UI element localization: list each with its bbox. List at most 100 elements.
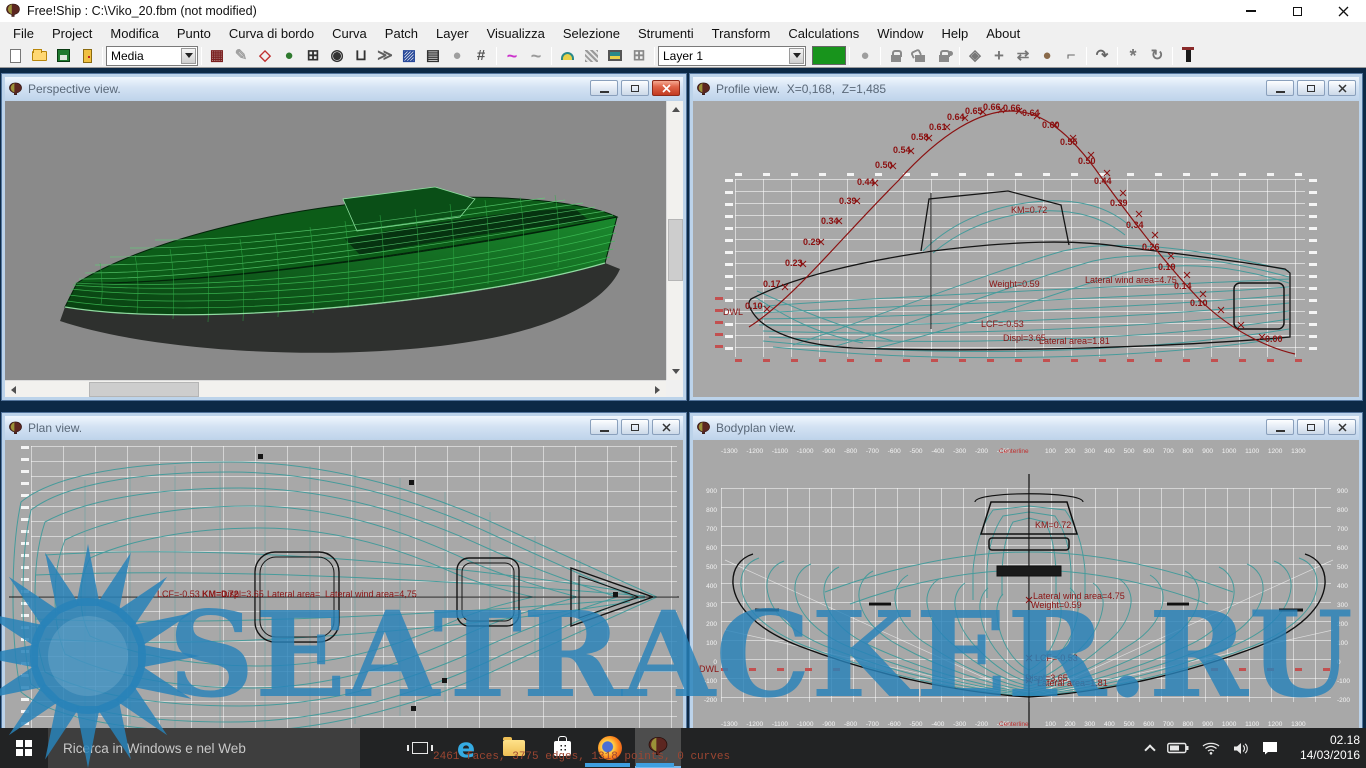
window-minimize-button[interactable]: [1228, 0, 1274, 22]
bodyplan-canvas[interactable]: -1300 -1200 -1100 -1000 -900 -800 -700 -…: [693, 440, 1359, 740]
menu-item-about[interactable]: About: [977, 24, 1029, 43]
maximize-icon: [1307, 85, 1315, 92]
vertical-scrollbar[interactable]: [666, 101, 683, 380]
pane-maximize-button[interactable]: [621, 419, 649, 435]
start-button[interactable]: [0, 728, 48, 768]
hook-tool-button[interactable]: ⌐: [1059, 45, 1083, 67]
curvature-grid-button[interactable]: ⊞: [301, 45, 325, 67]
app-titlebar[interactable]: Free!Ship : C:\Viko_20.fbm (not modified…: [0, 0, 1366, 22]
grid-options-button[interactable]: ⊞: [627, 45, 651, 67]
pane-close-button[interactable]: [1328, 419, 1356, 435]
action-center-icon[interactable]: [1262, 741, 1278, 755]
scroll-left-icon: [11, 386, 16, 394]
menu-item-visualizza[interactable]: Visualizza: [478, 24, 554, 43]
taskbar-clock[interactable]: 02.18 14/03/2016: [1282, 728, 1360, 768]
pane-minimize-button[interactable]: [1266, 80, 1294, 96]
statusbar-panel-highlight: [585, 763, 630, 767]
mesh-net-button[interactable]: ▨: [397, 45, 421, 67]
pane-maximize-button[interactable]: [1297, 80, 1325, 96]
plan-titlebar[interactable]: Plan view.: [5, 416, 683, 440]
select-surface-button[interactable]: ●: [853, 45, 877, 67]
perspective-titlebar[interactable]: Perspective view.: [5, 77, 683, 101]
flowlines-button[interactable]: ≫: [373, 45, 397, 67]
speaker-icon[interactable]: [1233, 742, 1249, 755]
freeship-icon: [696, 82, 711, 97]
pane-close-button[interactable]: [1328, 80, 1356, 96]
align-points-button[interactable]: ⇄: [1011, 45, 1035, 67]
menu-item-transform[interactable]: Transform: [703, 24, 780, 43]
window-maximize-button[interactable]: [1274, 0, 1320, 22]
close-icon: [662, 423, 671, 432]
lock-all-points-button[interactable]: [932, 45, 956, 67]
bow-view-button[interactable]: [555, 45, 579, 67]
menu-item-calculations[interactable]: Calculations: [779, 24, 868, 43]
layer-select[interactable]: Layer 1: [658, 46, 806, 66]
menu-item-window[interactable]: Window: [868, 24, 932, 43]
insert-plane-button[interactable]: ◈: [963, 45, 987, 67]
fair-feather-button[interactable]: ✎: [229, 45, 253, 67]
battery-icon[interactable]: [1167, 742, 1189, 754]
lines-plan-button[interactable]: [603, 45, 627, 67]
menu-item-curva[interactable]: Curva: [323, 24, 376, 43]
developable-check-button[interactable]: ◇: [253, 45, 277, 67]
pane-close-button[interactable]: [652, 419, 680, 435]
rotate-tool-button[interactable]: ↻: [1145, 45, 1169, 67]
calculator-button[interactable]: ▤: [421, 45, 445, 67]
menu-bar: File Project Modifica Punto Curva di bor…: [0, 22, 1366, 44]
menu-item-curva-di-bordo[interactable]: Curva di bordo: [220, 24, 323, 43]
save-file-button[interactable]: [51, 45, 75, 67]
new-file-button[interactable]: [3, 45, 27, 67]
menu-item-selezione[interactable]: Selezione: [554, 24, 629, 43]
menu-item-punto[interactable]: Punto: [168, 24, 220, 43]
menu-item-help[interactable]: Help: [932, 24, 977, 43]
menu-item-strumenti[interactable]: Strumenti: [629, 24, 703, 43]
delete-knife-button[interactable]: [1176, 45, 1200, 67]
shade-model-button[interactable]: ●: [277, 45, 301, 67]
minimize-icon: [600, 91, 609, 93]
menu-item-patch[interactable]: Patch: [376, 24, 427, 43]
hatch-pattern-button[interactable]: [579, 45, 603, 67]
add-point-button[interactable]: +: [987, 45, 1011, 67]
menu-item-project[interactable]: Project: [43, 24, 101, 43]
unlock-points-button[interactable]: [908, 45, 932, 67]
window-close-button[interactable]: [1320, 0, 1366, 22]
project-surface-button[interactable]: ●: [1035, 45, 1059, 67]
profile-titlebar[interactable]: Profile view. X=0,168, Z=1,485: [693, 77, 1359, 101]
menu-item-modifica[interactable]: Modifica: [101, 24, 167, 43]
horizontal-scrollbar[interactable]: [5, 380, 666, 397]
dropdown-arrow-icon: [789, 48, 804, 64]
precision-select[interactable]: Media: [106, 46, 198, 66]
minimize-icon: [1276, 91, 1285, 93]
pane-minimize-button[interactable]: [590, 80, 618, 96]
pane-close-button[interactable]: [652, 80, 680, 96]
menu-item-file[interactable]: File: [4, 24, 43, 43]
new-curve-button[interactable]: ~: [500, 45, 524, 67]
tray-expand-icon[interactable]: [1144, 744, 1155, 755]
import-export-button[interactable]: [75, 45, 99, 67]
open-file-button[interactable]: [27, 45, 51, 67]
horizontal-scroll-thumb[interactable]: [89, 382, 199, 397]
perspective-canvas[interactable]: [5, 101, 683, 397]
taskbar-search-input[interactable]: Ricerca in Windows e nel Web: [48, 728, 360, 768]
wifi-icon[interactable]: [1202, 742, 1220, 755]
pane-minimize-button[interactable]: [1266, 419, 1294, 435]
layer-color-swatch[interactable]: [812, 46, 846, 65]
plan-canvas[interactable]: LCF=-0.53 KM=0.72 Displ=3.65 Lateral are…: [5, 440, 683, 740]
lightning-check-button[interactable]: *: [1121, 45, 1145, 67]
control-net-button[interactable]: ▦: [205, 45, 229, 67]
fair-curve-button[interactable]: ↷: [1090, 45, 1114, 67]
pane-maximize-button[interactable]: [621, 80, 649, 96]
zebra-globe-button[interactable]: ◉: [325, 45, 349, 67]
menu-item-layer[interactable]: Layer: [427, 24, 478, 43]
pane-maximize-button[interactable]: [1297, 419, 1325, 435]
intersections-button[interactable]: #: [469, 45, 493, 67]
bodyplan-titlebar[interactable]: Bodyplan view.: [693, 416, 1359, 440]
hull-sections-button[interactable]: ⊔: [349, 45, 373, 67]
vertical-scroll-thumb[interactable]: [668, 219, 683, 281]
pane-minimize-button[interactable]: [590, 419, 618, 435]
edit-curve-button[interactable]: ~: [524, 45, 548, 67]
profile-canvas[interactable]: 0.100.170.230.290.340.390.440.500.540.58…: [693, 101, 1359, 397]
surface-blob-button[interactable]: ●: [445, 45, 469, 67]
lock-points-button[interactable]: [884, 45, 908, 67]
km-label: KM=0.72: [1011, 205, 1047, 215]
